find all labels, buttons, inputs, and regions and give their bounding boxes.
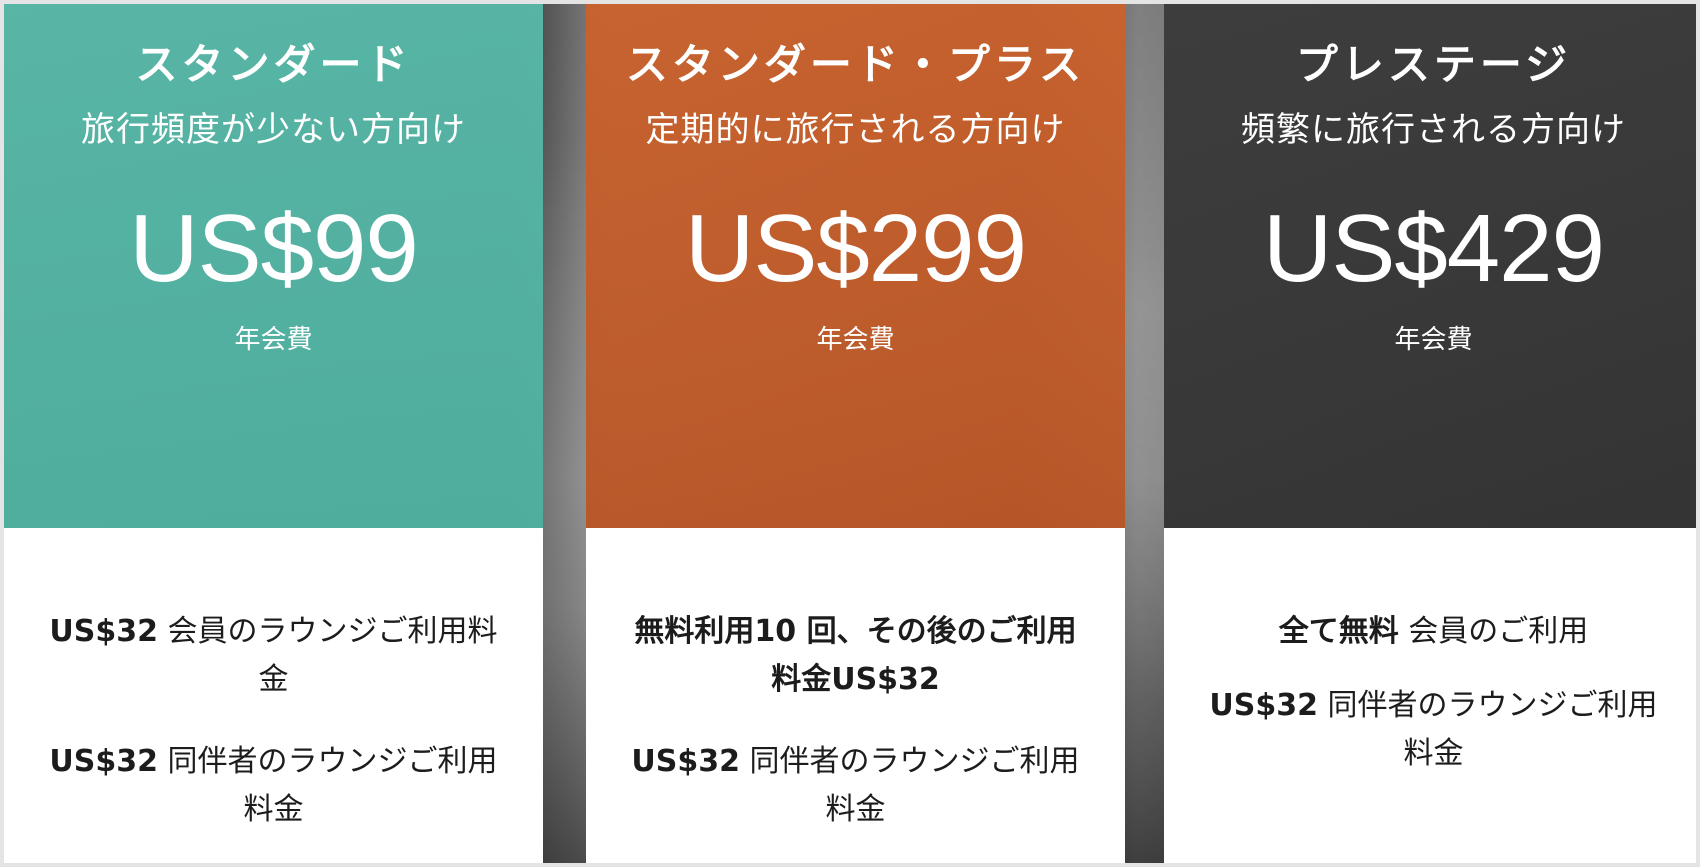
feature-bold: US$32 (1209, 688, 1319, 723)
plan-header: スタンダード・プラス 定期的に旅行される方向け US$299 年会費 (586, 4, 1125, 528)
plan-card-prestige: プレステージ 頻繁に旅行される方向け US$429 年会費 全て無料 会員のご利… (1164, 4, 1696, 863)
plan-header: プレステージ 頻繁に旅行される方向け US$429 年会費 (1164, 4, 1696, 528)
feature-text: 同伴者のラウンジご利用料金 (740, 744, 1080, 827)
plan-card-standard: スタンダード 旅行頻度が少ない方向け US$99 年会費 US$32 会員のラウ… (4, 4, 543, 863)
feature-guest-lounge-fee: US$32 同伴者のラウンジご利用料金 (4, 738, 543, 834)
feature-member-lounge-fee: US$32 会員のラウンジご利用料金 (4, 608, 543, 704)
plan-name: スタンダード・プラス (625, 40, 1086, 89)
feature-text: 会員のご利用 (1398, 614, 1589, 649)
plan-price: US$299 (685, 195, 1027, 302)
plan-features: 全て無料 会員のご利用 US$32 同伴者のラウンジご利用料金 (1164, 528, 1696, 863)
feature-bold: US$32 (49, 744, 159, 779)
feature-text: 同伴者のラウンジご利用料金 (158, 744, 498, 827)
plan-subtitle: 頻繁に旅行される方向け (1241, 110, 1626, 150)
feature-member-lounge-fee: 全て無料 会員のご利用 (1164, 608, 1696, 656)
feature-text: 会員のラウンジご利用料金 (158, 614, 498, 697)
plan-price: US$429 (1263, 195, 1605, 302)
feature-member-lounge-fee: 無料利用10 回、その後のご利用料金US$32 (586, 608, 1125, 704)
feature-bold: US$32 (49, 614, 159, 649)
plan-features: US$32 会員のラウンジご利用料金 US$32 同伴者のラウンジご利用料金 (4, 528, 543, 863)
plan-header: スタンダード 旅行頻度が少ない方向け US$99 年会費 (4, 4, 543, 528)
plan-name: プレステージ (1295, 40, 1572, 89)
feature-text: 同伴者のラウンジご利用料金 (1318, 688, 1658, 771)
plan-period: 年会費 (816, 325, 895, 355)
feature-bold: 全て無料 (1278, 614, 1399, 649)
plan-subtitle: 定期的に旅行される方向け (645, 110, 1066, 150)
pricing-section: スタンダード 旅行頻度が少ない方向け US$99 年会費 US$32 会員のラウ… (4, 4, 1696, 863)
feature-guest-lounge-fee: US$32 同伴者のラウンジご利用料金 (1164, 682, 1696, 778)
plan-features: 無料利用10 回、その後のご利用料金US$32 US$32 同伴者のラウンジご利… (586, 528, 1125, 863)
plan-card-standard-plus: スタンダード・プラス 定期的に旅行される方向け US$299 年会費 無料利用1… (586, 4, 1125, 863)
feature-guest-lounge-fee: US$32 同伴者のラウンジご利用料金 (586, 738, 1125, 834)
feature-bold: 無料利用10 回、その後のご利用料金US$32 (634, 614, 1077, 697)
feature-bold: US$32 (631, 744, 741, 779)
plan-period: 年会費 (234, 325, 313, 355)
plan-subtitle: 旅行頻度が少ない方向け (81, 110, 466, 150)
plan-period: 年会費 (1394, 325, 1473, 355)
plan-price: US$99 (129, 195, 419, 302)
plan-name: スタンダード (135, 40, 412, 89)
